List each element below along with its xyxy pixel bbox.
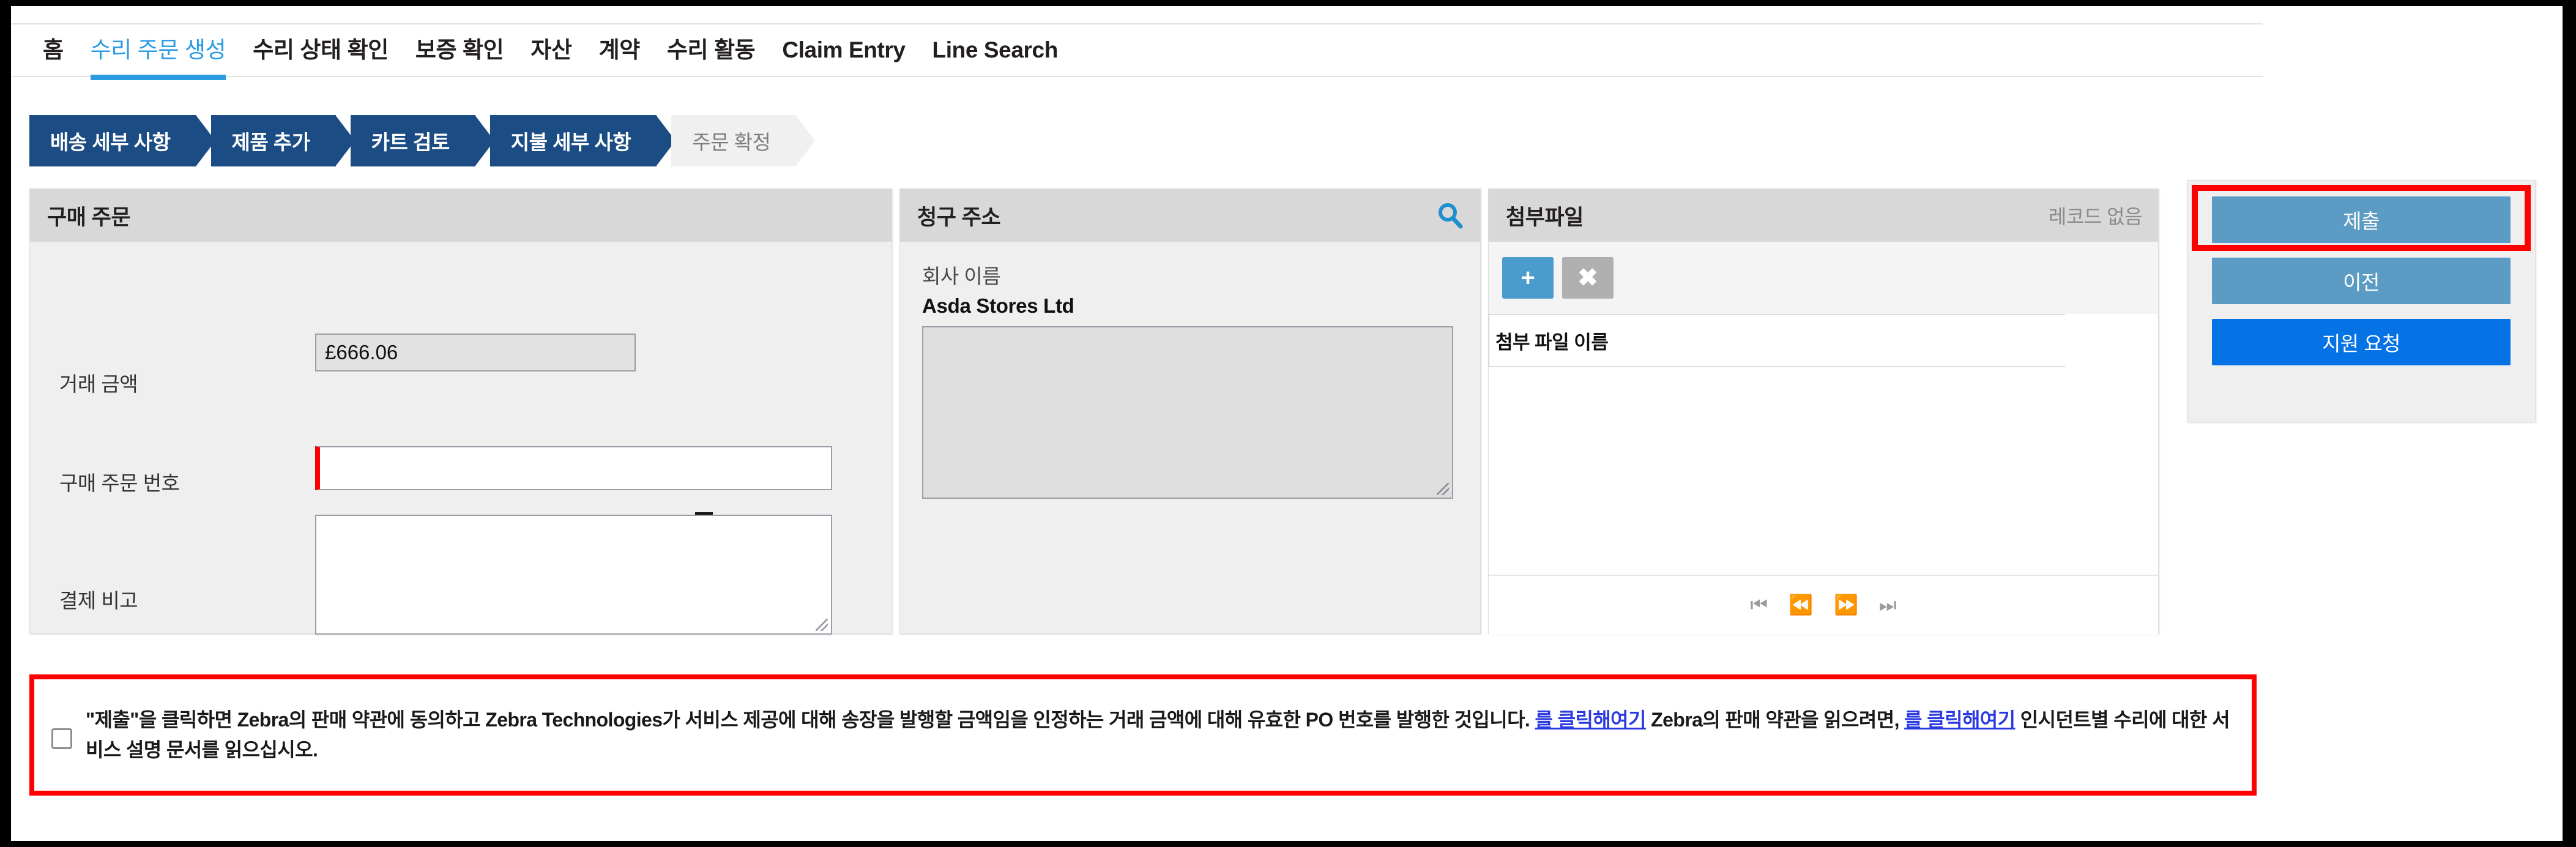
purchase-order-title: 구매 주문: [47, 205, 131, 229]
request-support-button[interactable]: 지원 요청: [2212, 319, 2511, 365]
prev-page-icon[interactable]: ⏪: [1789, 595, 1813, 614]
step-add-products[interactable]: 제품 추가: [210, 115, 355, 166]
nav-tab-contracts[interactable]: 계약: [599, 24, 641, 78]
previous-button[interactable]: 이전: [2212, 258, 2511, 304]
attachment-name-column-header: 첨부 파일 이름: [1489, 314, 2065, 367]
billing-address-header: 청구 주소: [900, 189, 1480, 242]
terms-of-sale-link[interactable]: 를 클릭해여기: [1535, 709, 1647, 731]
nav-tab-home[interactable]: 홈: [43, 24, 64, 78]
nav-tab-repair-activity[interactable]: 수리 활동: [667, 24, 756, 78]
step-shipping-details[interactable]: 배송 세부 사항: [29, 115, 215, 166]
attachments-record-status: 레코드 없음: [2048, 206, 2143, 228]
purchase-order-body: 거래 금액 £666.06 구매 주문 번호 결제 비고: [30, 242, 892, 635]
consent-text-part1: "제출"을 클릭하면 Zebra의 판매 약관에 동의하고 Zebra Tech…: [86, 709, 1535, 731]
transaction-amount-label: 거래 금액: [59, 373, 138, 395]
attachments-toolbar: + ✖: [1489, 242, 2158, 314]
payment-notes-textarea[interactable]: [315, 515, 832, 635]
nav-tab-line-search[interactable]: Line Search: [932, 24, 1059, 78]
last-page-icon[interactable]: ⏭: [1879, 595, 1897, 614]
nav-tab-list: 홈 수리 주문 생성 수리 상태 확인 보증 확인 자산 계약 수리 활동 Cl…: [43, 24, 1085, 80]
app-page: 홈 수리 주문 생성 수리 상태 확인 보증 확인 자산 계약 수리 활동 Cl…: [11, 6, 2563, 841]
submit-button[interactable]: 제출: [2212, 196, 2511, 243]
service-description-link[interactable]: 를 클릭해여기: [1904, 709, 2016, 731]
attachments-title: 첨부파일: [1506, 205, 1584, 229]
company-name-label: 회사 이름: [922, 265, 1001, 288]
purchase-order-header: 구매 주문: [30, 189, 892, 242]
billing-address-body: 회사 이름 Asda Stores Ltd: [900, 242, 1480, 635]
po-number-label: 구매 주문 번호: [59, 472, 180, 494]
attachments-row-area: [1489, 367, 2158, 576]
nav-tab-warranty-check[interactable]: 보증 확인: [415, 24, 504, 78]
checkout-step-breadcrumb: 배송 세부 사항 제품 추가 카트 검토 지불 세부 사항 주문 확정: [29, 115, 816, 166]
step-payment-details[interactable]: 지불 세부 사항: [490, 115, 676, 166]
transaction-amount-value: £666.06: [315, 334, 636, 371]
nav-tab-claim-entry[interactable]: Claim Entry: [782, 24, 906, 78]
attachments-header: 첨부파일 레코드 없음: [1489, 189, 2158, 242]
billing-address-textarea: [922, 326, 1453, 499]
terms-consent-box: "제출"을 클릭하면 Zebra의 판매 약관에 동의하고 Zebra Tech…: [29, 674, 2257, 796]
payment-notes-label: 결제 비고: [59, 589, 138, 612]
search-icon[interactable]: [1436, 201, 1464, 229]
attachments-pagination: ⏮ ⏪ ⏩ ⏭: [1489, 576, 2158, 633]
step-review-cart[interactable]: 카트 검토: [350, 115, 494, 166]
nav-tab-create-repair-order[interactable]: 수리 주문 생성: [90, 24, 226, 80]
step-confirm-order[interactable]: 주문 확정: [671, 115, 816, 166]
purchase-order-panel: 구매 주문 거래 금액 £666.06 구매 주문 번호 결제 비고: [29, 188, 892, 635]
nav-tab-assets[interactable]: 자산: [530, 24, 572, 78]
billing-address-panel: 청구 주소 회사 이름 Asda Stores Ltd: [899, 188, 1481, 634]
next-page-icon[interactable]: ⏩: [1834, 595, 1858, 614]
po-number-input[interactable]: [315, 446, 832, 490]
company-name-value: Asda Stores Ltd: [922, 294, 1074, 317]
terms-consent-text: "제출"을 클릭하면 Zebra의 판매 약관에 동의하고 Zebra Tech…: [86, 705, 2235, 764]
action-button-panel: 제출 이전 지원 요청: [2187, 180, 2536, 422]
delete-attachment-button[interactable]: ✖: [1562, 257, 1614, 299]
attachments-panel: 첨부파일 레코드 없음 + ✖ 첨부 파일 이름 ⏮ ⏪ ⏩ ⏭: [1488, 188, 2159, 635]
terms-consent-checkbox[interactable]: [51, 728, 72, 749]
attachments-table: 첨부 파일 이름 ⏮ ⏪ ⏩ ⏭: [1489, 314, 2158, 635]
consent-text-part2: Zebra의 판매 약관을 읽으려면,: [1645, 709, 1905, 731]
main-navigation: 홈 수리 주문 생성 수리 상태 확인 보증 확인 자산 계약 수리 활동 Cl…: [11, 23, 2263, 80]
nav-tab-repair-status[interactable]: 수리 상태 확인: [253, 24, 389, 78]
first-page-icon[interactable]: ⏮: [1750, 595, 1768, 614]
add-attachment-button[interactable]: +: [1502, 257, 1554, 299]
billing-address-title: 청구 주소: [917, 205, 1001, 229]
